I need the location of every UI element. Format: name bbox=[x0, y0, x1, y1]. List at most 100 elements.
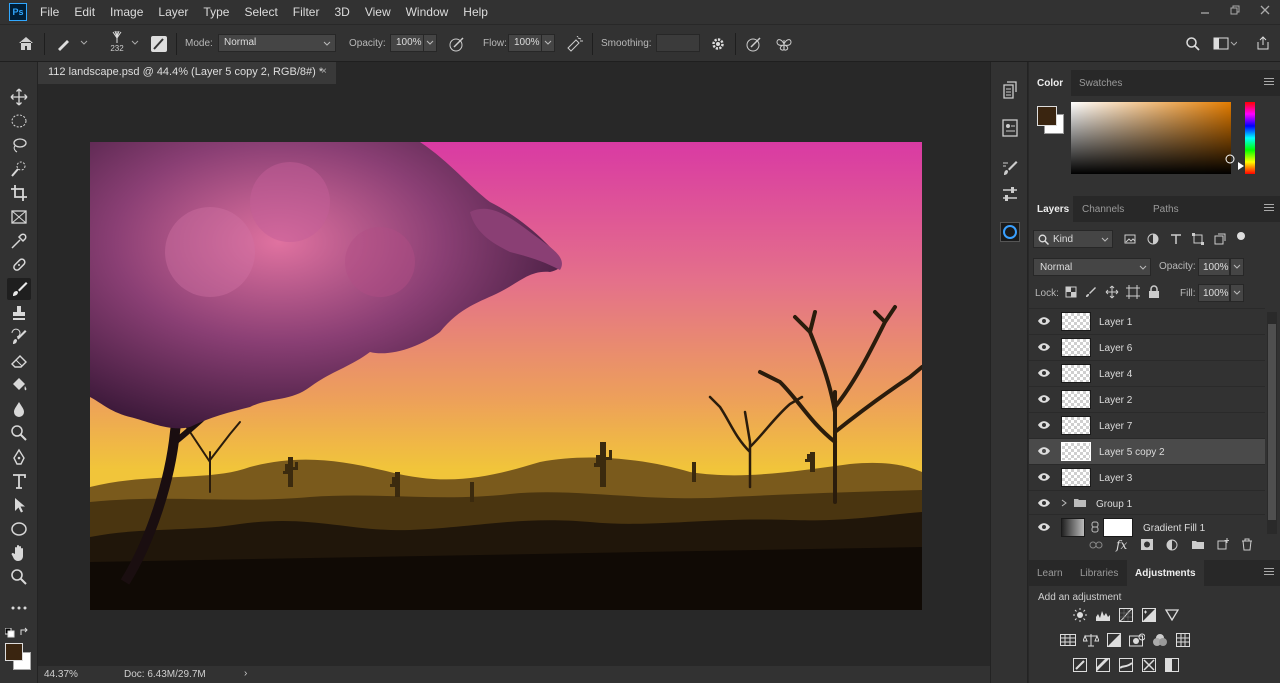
properties-panel-button[interactable] bbox=[1000, 118, 1020, 138]
layer-opacity-input[interactable]: 100% bbox=[1198, 258, 1230, 276]
zoom-level[interactable]: 44.37% bbox=[44, 669, 78, 680]
tab-channels[interactable]: Channels bbox=[1074, 196, 1132, 222]
menu-window[interactable]: Window bbox=[406, 5, 449, 19]
invert-button[interactable] bbox=[1072, 658, 1088, 672]
eye-icon[interactable] bbox=[1037, 342, 1051, 352]
smoothing-settings-button[interactable] bbox=[710, 36, 726, 52]
black-white-button[interactable] bbox=[1106, 633, 1122, 647]
flow-input[interactable]: 100% bbox=[508, 34, 542, 52]
menu-image[interactable]: Image bbox=[110, 5, 143, 19]
tab-adjustments[interactable]: Adjustments bbox=[1127, 560, 1204, 586]
trash-icon[interactable] bbox=[1241, 538, 1253, 551]
lock-transparent-icon[interactable] bbox=[1065, 286, 1077, 298]
tab-color[interactable]: Color bbox=[1029, 70, 1071, 96]
brush-tool[interactable] bbox=[7, 278, 31, 300]
color-balance-button[interactable] bbox=[1083, 633, 1099, 647]
menu-filter[interactable]: Filter bbox=[293, 5, 320, 19]
tab-learn[interactable]: Learn bbox=[1029, 560, 1071, 586]
layer-row[interactable]: Layer 1 bbox=[1029, 309, 1265, 335]
menu-select[interactable]: Select bbox=[244, 5, 277, 19]
symmetry-button[interactable] bbox=[775, 36, 793, 52]
restore-button[interactable] bbox=[1220, 0, 1250, 20]
vibrance-adjustment-button[interactable] bbox=[1164, 608, 1180, 622]
hue-slider[interactable] bbox=[1245, 102, 1255, 174]
brightness-adjustment-button[interactable] bbox=[1072, 608, 1088, 622]
menu-type[interactable]: Type bbox=[203, 5, 229, 19]
eye-icon[interactable] bbox=[1037, 472, 1051, 482]
channel-mixer-button[interactable] bbox=[1152, 633, 1168, 647]
layer-opacity-dropdown[interactable] bbox=[1230, 258, 1244, 276]
menu-help[interactable]: Help bbox=[463, 5, 488, 19]
pixel-layer-filter-icon[interactable] bbox=[1124, 233, 1136, 245]
move-tool[interactable] bbox=[7, 86, 31, 108]
quick-selection-tool[interactable] bbox=[7, 158, 31, 180]
canvas-area[interactable] bbox=[38, 84, 990, 666]
blend-mode-select[interactable]: Normal bbox=[1033, 258, 1151, 276]
chevron-down-icon[interactable] bbox=[131, 40, 139, 46]
marquee-tool[interactable] bbox=[7, 110, 31, 132]
blur-tool[interactable] bbox=[7, 398, 31, 420]
menu-edit[interactable]: Edit bbox=[74, 5, 95, 19]
eye-icon[interactable] bbox=[1037, 446, 1051, 456]
menu-layer[interactable]: Layer bbox=[158, 5, 188, 19]
close-tab-button[interactable]: × bbox=[321, 66, 327, 77]
menu-view[interactable]: View bbox=[365, 5, 391, 19]
layer-filter-select[interactable]: Kind bbox=[1033, 230, 1113, 248]
toggle-brush-panel-button[interactable] bbox=[150, 35, 168, 53]
color-panel-menu[interactable] bbox=[1264, 78, 1274, 88]
scrollbar-thumb[interactable] bbox=[1268, 324, 1276, 520]
type-layer-filter-icon[interactable] bbox=[1170, 233, 1182, 245]
menu-3d[interactable]: 3D bbox=[334, 5, 349, 19]
menu-file[interactable]: File bbox=[40, 5, 59, 19]
pen-tool[interactable] bbox=[7, 446, 31, 468]
eye-icon[interactable] bbox=[1037, 498, 1051, 508]
eye-icon[interactable] bbox=[1037, 420, 1051, 430]
chevron-right-icon[interactable] bbox=[1061, 499, 1067, 507]
layers-panel-menu[interactable] bbox=[1264, 204, 1274, 214]
gradient-map-button[interactable] bbox=[1141, 658, 1157, 672]
default-colors-icon[interactable] bbox=[5, 628, 15, 638]
new-layer-icon[interactable] bbox=[1217, 538, 1229, 550]
type-tool[interactable] bbox=[7, 470, 31, 492]
home-button[interactable] bbox=[17, 35, 35, 51]
new-group-icon[interactable] bbox=[1191, 539, 1205, 550]
layer-row[interactable]: Layer 3 bbox=[1029, 465, 1265, 491]
eraser-tool[interactable] bbox=[7, 350, 31, 372]
layer-row-selected[interactable]: Layer 5 copy 2 bbox=[1029, 439, 1265, 465]
pressure-size-button[interactable] bbox=[745, 36, 763, 52]
link-layers-icon[interactable] bbox=[1089, 540, 1103, 550]
tab-paths[interactable]: Paths bbox=[1145, 196, 1187, 222]
posterize-button[interactable] bbox=[1095, 658, 1111, 672]
layer-row[interactable]: Layer 2 bbox=[1029, 387, 1265, 413]
eye-icon[interactable] bbox=[1037, 394, 1051, 404]
minimize-button[interactable] bbox=[1190, 0, 1220, 20]
lock-position-icon[interactable] bbox=[1105, 285, 1119, 299]
brush-size-preview[interactable]: 232 bbox=[108, 30, 126, 53]
curves-adjustment-button[interactable] bbox=[1118, 608, 1134, 622]
opacity-dropdown[interactable] bbox=[423, 34, 437, 52]
tab-swatches[interactable]: Swatches bbox=[1071, 70, 1130, 96]
exposure-adjustment-button[interactable] bbox=[1141, 608, 1157, 622]
color-panel-foreground-swatch[interactable] bbox=[1037, 106, 1057, 126]
photo-filter-button[interactable] bbox=[1129, 633, 1145, 647]
airbrush-button[interactable] bbox=[566, 36, 584, 52]
lasso-tool[interactable] bbox=[7, 134, 31, 156]
crop-tool[interactable] bbox=[7, 182, 31, 204]
adjustments-panel-menu[interactable] bbox=[1264, 568, 1274, 578]
threshold-button[interactable] bbox=[1118, 658, 1134, 672]
frame-tool[interactable] bbox=[7, 206, 31, 228]
lock-pixels-icon[interactable] bbox=[1085, 286, 1097, 298]
search-button[interactable] bbox=[1185, 36, 1201, 52]
path-selection-tool[interactable] bbox=[7, 494, 31, 516]
layer-group-row[interactable]: Group 1 bbox=[1029, 491, 1265, 515]
hand-tool[interactable] bbox=[7, 542, 31, 564]
workspace-button[interactable] bbox=[1213, 37, 1237, 51]
adjustment-layer-filter-icon[interactable] bbox=[1147, 233, 1159, 245]
smoothing-input[interactable] bbox=[656, 34, 700, 52]
plugin-panel-button[interactable] bbox=[1000, 222, 1020, 242]
eyedropper-tool[interactable] bbox=[7, 230, 31, 252]
filter-toggle[interactable] bbox=[1237, 232, 1245, 240]
dodge-tool[interactable] bbox=[7, 422, 31, 444]
smart-object-filter-icon[interactable] bbox=[1214, 233, 1226, 245]
swap-colors-icon[interactable] bbox=[20, 627, 30, 637]
